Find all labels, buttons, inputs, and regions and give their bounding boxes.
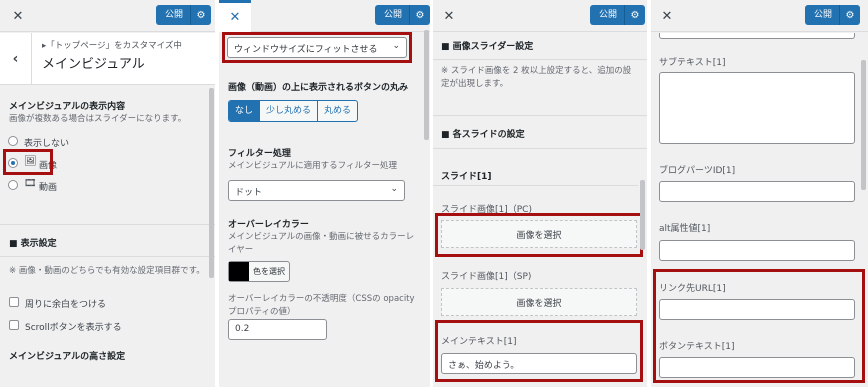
checkbox-scroll-label: Scrollボタンを表示する [25, 323, 122, 333]
each-slide-heading: ■ 各スライドの設定 [441, 130, 525, 140]
publish-button[interactable]: 公開 ⚙ [156, 5, 212, 25]
scrollbar[interactable] [640, 180, 645, 250]
subtext-textarea[interactable] [659, 72, 855, 144]
button-round-toggle[interactable]: なし 少し丸める 丸める [228, 100, 359, 122]
blog-parts-input[interactable] [659, 181, 855, 202]
round-option-slight[interactable]: 少し丸める [260, 101, 319, 121]
filter-title: フィルター処理 [228, 149, 291, 159]
publish-button[interactable]: 公開 ⚙ [375, 5, 430, 25]
overlay-title: オーバーレイカラー [228, 220, 309, 230]
radio-hide[interactable] [8, 136, 18, 146]
round-option-none[interactable]: なし [229, 101, 261, 121]
scrollbar[interactable] [209, 88, 214, 278]
customizer-panel-4: ✕ 公開 ⚙ サブテキスト[1] ブログパーツID[1] alt属性値[1] リ… [651, 0, 868, 387]
publish-button[interactable]: 公開 ⚙ [590, 5, 646, 25]
filter-desc: メインビジュアルに適用するフィルター処理 [228, 161, 397, 171]
customizer-panel-2: ✕ 公開 ⚙ ウィンドウサイズにフィットさせる ⌄ 画像（動画）の上に表示される… [219, 0, 430, 387]
scrollbar[interactable] [861, 60, 866, 190]
checkbox-scroll[interactable] [9, 320, 19, 330]
height-settings-title: メインビジュアルの高さ設定 [9, 352, 126, 362]
section-title: メインビジュアルの表示内容 [9, 102, 126, 112]
highlight-fit-select [222, 32, 412, 63]
divider [0, 256, 215, 257]
option-video-label: 動画 [39, 183, 58, 193]
close-icon[interactable]: ✕ [2, 0, 34, 32]
subtext-label: サブテキスト[1] [659, 58, 726, 68]
radio-video[interactable] [8, 180, 18, 190]
highlight-pc-image [435, 213, 643, 257]
publish-label: 公開 [375, 5, 411, 25]
divider [433, 59, 647, 60]
publish-label: 公開 [590, 5, 626, 25]
publish-button[interactable]: 公開 ⚙ [805, 5, 861, 25]
opacity-value: 0.2 [235, 324, 250, 334]
gear-icon[interactable]: ⚙ [191, 10, 211, 21]
option-hide-label: 表示しない [24, 139, 70, 149]
close-icon[interactable]: ✕ [433, 0, 465, 32]
color-picker-button[interactable]: 色を選択 [228, 261, 290, 282]
highlight-image-option [3, 149, 53, 175]
highlight-main-text [435, 320, 643, 382]
checkbox-margin-label: 周りに余白をつける [25, 300, 107, 310]
slider-settings-desc: ※ スライド画像を 2 枚以上設定すると、追加の設定が出現します。 [441, 66, 632, 89]
blog-parts-label: ブログパーツID[1] [659, 166, 736, 176]
customizer-panel-1: ✕ 公開 ⚙ ‹ ▸「トップページ」をカスタマイズ中 メインビジュアル メインビ… [0, 0, 215, 387]
breadcrumb: ▸「トップページ」をカスタマイズ中 [42, 41, 182, 51]
close-icon[interactable]: ✕ [651, 0, 683, 32]
alt-input[interactable] [659, 240, 855, 261]
highlight-link-button-fields [653, 269, 865, 383]
film-icon: 🎞 [24, 178, 37, 189]
customizer-panel-3: ✕ 公開 ⚙ ■ 画像スライダー設定 ※ スライド画像を 2 枚以上設定すると、… [433, 0, 647, 387]
display-settings-heading: ■ 表示設定 [9, 239, 57, 249]
divider [433, 115, 647, 116]
previous-field-bottom [659, 33, 855, 39]
opacity-input[interactable]: 0.2 [228, 319, 327, 340]
select-sp-image-button[interactable]: 画像を選択 [441, 288, 637, 316]
back-button[interactable]: ‹ [0, 33, 32, 85]
opacity-label: オーバーレイカラーの不透明度（CSSの opacity プロパティの値） [228, 294, 415, 317]
section-desc: 画像が複数ある場合はスライダーになります。 [9, 114, 187, 124]
overlay-desc: メインビジュアルの画像・動画に被せるカラーレイヤー [228, 232, 415, 255]
page-title: メインビジュアル [42, 57, 145, 72]
color-button-label: 色を選択 [253, 267, 285, 276]
sp-image-label: スライド画像[1]（SP) [441, 272, 532, 282]
divider [433, 185, 638, 186]
slider-settings-heading: ■ 画像スライダー設定 [441, 42, 534, 52]
filter-select[interactable]: ドット ⌄ [228, 180, 405, 201]
gear-icon[interactable]: ⚙ [410, 10, 430, 21]
close-icon[interactable]: ✕ [219, 0, 251, 32]
chevron-down-icon: ⌄ [390, 184, 398, 194]
button-round-title: 画像（動画）の上に表示されるボタンの丸み [228, 83, 409, 93]
display-settings-desc: ※ 画像・動画のどちらでも有効な設定項目群です。 [9, 266, 205, 276]
divider [433, 148, 647, 149]
scrollbar[interactable] [424, 30, 429, 140]
publish-label: 公開 [805, 5, 841, 25]
checkbox-margin[interactable] [9, 297, 19, 307]
publish-label: 公開 [156, 5, 192, 25]
alt-label: alt属性値[1] [659, 224, 711, 234]
gear-icon[interactable]: ⚙ [625, 10, 645, 21]
color-swatch [229, 262, 249, 281]
divider [0, 224, 215, 225]
slide-title: スライド[1] [441, 172, 492, 182]
filter-value: ドット [235, 188, 263, 198]
gear-icon[interactable]: ⚙ [840, 10, 860, 21]
round-option-round[interactable]: 丸める [318, 101, 357, 121]
